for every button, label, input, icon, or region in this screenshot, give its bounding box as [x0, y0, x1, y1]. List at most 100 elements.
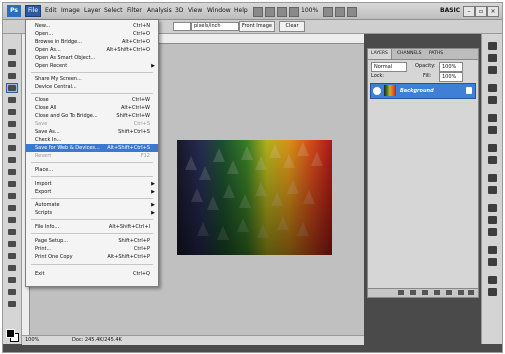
- foreground-color-swatch[interactable]: [6, 329, 15, 338]
- menu-item-scripts[interactable]: Scripts ▶: [26, 209, 158, 217]
- menu-item-open-as[interactable]: Open As... Alt+Shift+Ctrl+O: [26, 46, 158, 54]
- new-group-icon[interactable]: [446, 290, 452, 295]
- menu-item-save-for-web[interactable]: Save for Web & Devices... Alt+Shift+Ctrl+…: [26, 144, 158, 152]
- close-button[interactable]: ×: [487, 6, 499, 17]
- measurement-log-icon[interactable]: [488, 288, 497, 296]
- history-panel-icon[interactable]: [488, 114, 497, 122]
- quick-selection-tool-icon[interactable]: [6, 83, 18, 93]
- menu-item-close[interactable]: Close Ctrl+W: [26, 96, 158, 104]
- tab-layers[interactable]: LAYERS: [368, 49, 392, 59]
- brushes-panel-icon[interactable]: [488, 144, 497, 152]
- menu-item-save[interactable]: Save Ctrl+S: [26, 120, 158, 128]
- menu-3d[interactable]: 3D: [173, 6, 185, 16]
- menu-select[interactable]: Select: [102, 6, 125, 16]
- menu-item-close-and-go-to-bridge[interactable]: Close and Go To Bridge... Shift+Ctrl+W: [26, 112, 158, 120]
- animation-panel-icon[interactable]: [488, 258, 497, 266]
- 3d-panel-icon[interactable]: [488, 246, 497, 254]
- resolution-unit-select[interactable]: pixels/inch: [191, 22, 239, 31]
- new-layer-icon[interactable]: [458, 290, 464, 295]
- menu-layer[interactable]: Layer: [82, 6, 103, 16]
- menu-item-device-central[interactable]: Device Central...: [26, 83, 158, 91]
- menu-item-print-one-copy[interactable]: Print One Copy Alt+Shift+Ctrl+P: [26, 253, 158, 261]
- status-zoom[interactable]: 100%: [25, 337, 39, 344]
- info-panel-icon[interactable]: [488, 228, 497, 236]
- move-tool-icon[interactable]: [7, 48, 17, 56]
- shape-tool-icon[interactable]: [7, 252, 17, 260]
- layer-style-icon[interactable]: [410, 290, 416, 295]
- menu-item-open[interactable]: Open... Ctrl+O: [26, 30, 158, 38]
- opacity-field[interactable]: 100%: [439, 62, 463, 72]
- blend-mode-select[interactable]: Normal: [371, 62, 407, 72]
- menu-window[interactable]: Window: [205, 6, 233, 16]
- zoom-tool-icon[interactable]: [7, 300, 17, 308]
- 3d-orbit-tool-icon[interactable]: [7, 276, 17, 284]
- menu-item-print[interactable]: Print... Ctrl+P: [26, 245, 158, 253]
- rotate-view-icon[interactable]: [347, 7, 357, 17]
- mini-bridge-icon[interactable]: [265, 7, 275, 17]
- paragraph-panel-icon[interactable]: [488, 186, 497, 194]
- layer-name[interactable]: Background: [400, 87, 434, 95]
- clear-button[interactable]: Clear: [279, 21, 305, 32]
- gradient-tool-icon[interactable]: [7, 180, 17, 188]
- actions-panel-icon[interactable]: [488, 126, 497, 134]
- histogram-panel-icon[interactable]: [488, 216, 497, 224]
- character-panel-icon[interactable]: [488, 174, 497, 182]
- restore-button[interactable]: ▫: [475, 6, 487, 17]
- hand-tool-icon[interactable]: [7, 288, 17, 296]
- history-brush-tool-icon[interactable]: [7, 156, 17, 164]
- bridge-icon[interactable]: [253, 7, 263, 17]
- swatches-panel-icon[interactable]: [488, 54, 497, 62]
- adjustment-layer-icon[interactable]: [434, 290, 440, 295]
- menu-file[interactable]: File: [25, 5, 42, 17]
- menu-item-new[interactable]: New... Ctrl+N: [26, 22, 158, 30]
- menu-filter[interactable]: Filter: [125, 6, 144, 16]
- tab-channels[interactable]: CHANNELS: [394, 49, 425, 59]
- menu-item-import[interactable]: Import ▶: [26, 180, 158, 188]
- fill-field[interactable]: 100%: [439, 72, 463, 82]
- eraser-tool-icon[interactable]: [7, 168, 17, 176]
- screen-mode-icon[interactable]: [335, 7, 345, 17]
- menu-analysis[interactable]: Analysis: [145, 6, 174, 16]
- crop-tool-icon[interactable]: [7, 96, 17, 104]
- menu-view[interactable]: View: [186, 6, 204, 16]
- clone-stamp-tool-icon[interactable]: [7, 144, 17, 152]
- layer-mask-icon[interactable]: [422, 290, 428, 295]
- menu-item-export[interactable]: Export ▶: [26, 188, 158, 196]
- visibility-eye-icon[interactable]: [373, 87, 381, 95]
- arrange-documents-icon[interactable]: [323, 7, 333, 17]
- tab-paths[interactable]: PATHS: [426, 49, 446, 59]
- menu-item-share-my-screen[interactable]: Share My Screen...: [26, 75, 158, 83]
- styles-panel-icon[interactable]: [488, 66, 497, 74]
- crayons-photo[interactable]: [177, 140, 332, 255]
- dodge-tool-icon[interactable]: [7, 204, 17, 212]
- clone-source-panel-icon[interactable]: [488, 156, 497, 164]
- workspace-switcher[interactable]: BASIC: [440, 6, 460, 16]
- menu-help[interactable]: Help: [232, 6, 250, 16]
- pen-tool-icon[interactable]: [7, 216, 17, 224]
- 3d-rotate-tool-icon[interactable]: [7, 264, 17, 272]
- color-panel-icon[interactable]: [488, 42, 497, 50]
- menu-item-place[interactable]: Place...: [26, 166, 158, 174]
- width-field[interactable]: [173, 22, 191, 31]
- marquee-tool-icon[interactable]: [7, 60, 17, 68]
- menu-item-file-info[interactable]: File Info... Alt+Shift+Ctrl+I: [26, 223, 158, 231]
- menu-item-exit[interactable]: Exit Ctrl+Q: [26, 270, 158, 278]
- menu-item-close-all[interactable]: Close All Alt+Ctrl+W: [26, 104, 158, 112]
- zoom-level[interactable]: 100%: [301, 6, 318, 16]
- menu-item-revert[interactable]: Revert F12: [26, 152, 158, 160]
- layer-row[interactable]: Background: [370, 83, 476, 99]
- menu-item-browse-in-bridge[interactable]: Browse in Bridge... Alt+Ctrl+O: [26, 38, 158, 46]
- type-tool-icon[interactable]: [7, 228, 17, 236]
- menu-image[interactable]: Image: [59, 6, 82, 16]
- zoom-tool-icon[interactable]: [289, 7, 299, 17]
- eyedropper-tool-icon[interactable]: [7, 108, 17, 116]
- menu-item-save-as[interactable]: Save As... Shift+Ctrl+S: [26, 128, 158, 136]
- brush-tool-icon[interactable]: [7, 132, 17, 140]
- menu-item-open-recent[interactable]: Open Recent ▶: [26, 62, 158, 70]
- adjustments-panel-icon[interactable]: [488, 84, 497, 92]
- menu-item-check-in[interactable]: Check In...: [26, 136, 158, 144]
- trash-icon[interactable]: [468, 290, 474, 295]
- blur-tool-icon[interactable]: [7, 192, 17, 200]
- lasso-tool-icon[interactable]: [7, 72, 17, 80]
- menu-item-page-setup[interactable]: Page Setup... Shift+Ctrl+P: [26, 237, 158, 245]
